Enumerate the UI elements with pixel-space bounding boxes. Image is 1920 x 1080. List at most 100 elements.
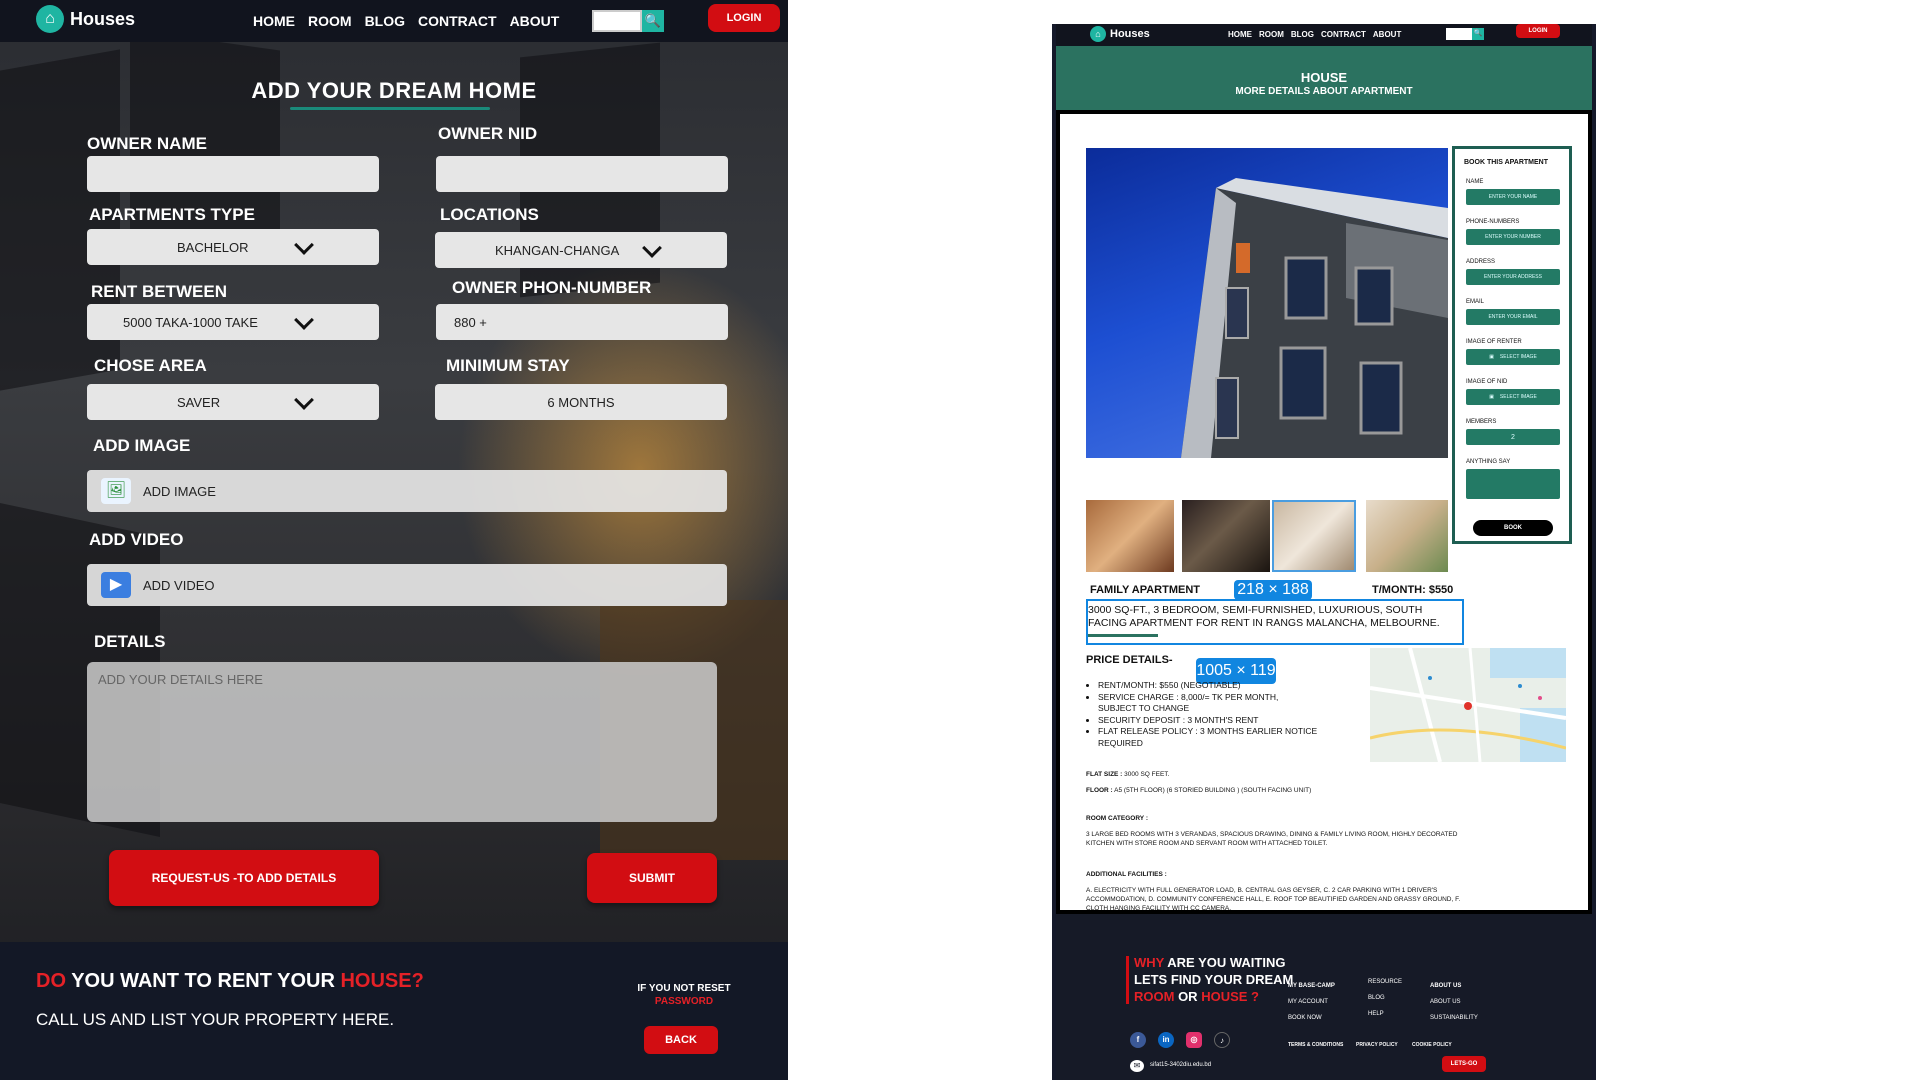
anything-say-textarea[interactable] bbox=[1466, 469, 1560, 499]
book-button[interactable]: BOOK bbox=[1473, 520, 1553, 536]
footer-link[interactable]: HELP bbox=[1368, 1006, 1402, 1022]
nav-about[interactable]: ABOUT bbox=[510, 13, 560, 29]
members-input[interactable]: 2 bbox=[1466, 429, 1560, 445]
booking-name-label: NAME bbox=[1466, 179, 1484, 185]
nid-image-button[interactable]: ▣ SELECT IMAGE bbox=[1466, 389, 1560, 405]
nav-blog[interactable]: BLOG bbox=[365, 13, 405, 29]
facilities-label: ADDITIONAL FACILITIES : bbox=[1086, 871, 1167, 878]
thumbnail-bedroom[interactable] bbox=[1086, 500, 1174, 572]
nav-home[interactable]: HOME bbox=[253, 13, 295, 29]
footer-col-3: ABOUT US ABOUT US SUSTAINABILITY bbox=[1430, 978, 1478, 1026]
request-details-button[interactable]: REQUEST-US -TO ADD DETAILS bbox=[109, 850, 379, 906]
thumbnail-dining[interactable] bbox=[1366, 500, 1448, 572]
cta-house: HOUSE? bbox=[340, 970, 424, 992]
booking-panel: BOOK THIS APARTMENT NAME ENTER YOUR NAME… bbox=[1452, 146, 1572, 544]
footer-link[interactable]: RESOURCE bbox=[1368, 974, 1402, 990]
footer-headline: WHY ARE YOU WAITING LETS FIND YOUR DREAM… bbox=[1134, 954, 1294, 1005]
letsgo-button[interactable]: LETS-GO bbox=[1442, 1056, 1486, 1072]
footer-link[interactable]: BLOG bbox=[1368, 990, 1402, 1006]
privacy-link[interactable]: PRIVACY POLICY bbox=[1356, 1042, 1398, 1048]
floor-value: A5 (5TH FLOOR) (6 STORIED BUILDING ) (SO… bbox=[1114, 787, 1312, 794]
renter-image-label: IMAGE OF RENTER bbox=[1466, 339, 1522, 345]
footer-link[interactable]: ABOUT US bbox=[1430, 978, 1478, 994]
owner-phone-input[interactable]: 880 + bbox=[436, 304, 728, 340]
tiktok-icon[interactable]: ♪ bbox=[1214, 1032, 1230, 1048]
thumbnail-lounge-selected[interactable] bbox=[1272, 500, 1356, 572]
nav-links: HOME ROOM BLOG CONTRACT ABOUT bbox=[253, 13, 559, 29]
footer-link[interactable]: ABOUT US bbox=[1430, 994, 1478, 1010]
submit-button[interactable]: SUBMIT bbox=[587, 853, 717, 903]
apartments-type-select[interactable]: BACHELOR bbox=[87, 229, 379, 265]
add-video-label: ADD VIDEO bbox=[89, 530, 184, 549]
image-icon: ▣ bbox=[1489, 394, 1494, 400]
image-icon: ▣ bbox=[1489, 354, 1494, 360]
search-icon[interactable]: 🔍 bbox=[1472, 28, 1484, 40]
rent-between-select[interactable]: 5000 TAKA-1000 TAKE bbox=[87, 304, 379, 340]
nav-home[interactable]: HOME bbox=[1228, 30, 1252, 39]
nid-image-button-text: SELECT IMAGE bbox=[1499, 394, 1537, 400]
cookie-link[interactable]: COOKIE POLICY bbox=[1412, 1042, 1452, 1048]
nav-about[interactable]: ABOUT bbox=[1373, 30, 1401, 39]
anything-say-label: ANYTHING SAY bbox=[1466, 459, 1511, 465]
footer-or: OR bbox=[1174, 989, 1202, 1004]
details-textarea[interactable]: ADD YOUR DETAILS HERE bbox=[87, 662, 717, 822]
back-button[interactable]: BACK bbox=[644, 1026, 718, 1054]
location-map[interactable] bbox=[1370, 648, 1566, 762]
nav-blog[interactable]: BLOG bbox=[1291, 30, 1314, 39]
booking-address-input[interactable]: ENTER YOUR ADDRESS bbox=[1466, 269, 1560, 285]
linkedin-icon[interactable]: in bbox=[1158, 1032, 1174, 1048]
footer-email[interactable]: sifat15-3402diu.edu.bd bbox=[1150, 1062, 1211, 1068]
nav-contract[interactable]: CONTRACT bbox=[1321, 30, 1366, 39]
footer-link[interactable]: SUSTAINABILITY bbox=[1430, 1010, 1478, 1026]
booking-title: BOOK THIS APARTMENT bbox=[1464, 159, 1548, 166]
add-video-field[interactable]: ▶ ADD VIDEO bbox=[87, 564, 727, 606]
instagram-icon[interactable]: ◎ bbox=[1186, 1032, 1202, 1048]
footer-line1: ARE YOU WAITING bbox=[1164, 955, 1286, 970]
search-icon[interactable]: 🔍 bbox=[642, 10, 664, 32]
footer-link[interactable]: MY BASE-CAMP bbox=[1288, 978, 1335, 994]
map-illustration bbox=[1370, 648, 1566, 762]
login-button[interactable]: LOGIN bbox=[1516, 24, 1560, 38]
image-upload-icon: 🖼 bbox=[101, 478, 131, 504]
add-image-field[interactable]: 🖼 ADD IMAGE bbox=[87, 470, 727, 512]
nav-room[interactable]: ROOM bbox=[308, 13, 352, 29]
facebook-icon[interactable]: f bbox=[1130, 1032, 1146, 1048]
cta-do: DO bbox=[36, 970, 66, 992]
owner-phone-label: OWNER PHON-NUMBER bbox=[452, 278, 652, 297]
renter-image-button[interactable]: ▣ SELECT IMAGE bbox=[1466, 349, 1560, 365]
chose-area-select[interactable]: SAVER bbox=[87, 384, 379, 420]
house-logo-icon[interactable]: ⌂ bbox=[1090, 26, 1106, 42]
owner-name-label: OWNER NAME bbox=[87, 134, 207, 153]
chevron-down-icon bbox=[294, 390, 314, 410]
footer-link[interactable]: MY ACCOUNT bbox=[1288, 994, 1335, 1010]
locations-select[interactable]: KHANGAN-CHANGA bbox=[435, 232, 727, 268]
brand-name[interactable]: Houses bbox=[70, 9, 135, 30]
dimension-badge: 218 × 188 bbox=[1234, 580, 1312, 600]
search-input[interactable] bbox=[1446, 28, 1472, 40]
add-image-label: ADD IMAGE bbox=[93, 436, 191, 455]
owner-nid-input[interactable] bbox=[436, 156, 728, 192]
reset-password-link[interactable]: PASSWORD bbox=[620, 995, 748, 1008]
terms-link[interactable]: TERMS & CONDITIONS bbox=[1288, 1042, 1343, 1048]
booking-name-input[interactable]: ENTER YOUR NAME bbox=[1466, 189, 1560, 205]
login-button[interactable]: LOGIN bbox=[708, 4, 780, 32]
cta-subtext: CALL US AND LIST YOUR PROPERTY HERE. bbox=[36, 1010, 395, 1029]
footer-link[interactable]: BOOK NOW bbox=[1288, 1010, 1335, 1026]
main-apartment-photo[interactable] bbox=[1086, 148, 1448, 458]
description-underline bbox=[1088, 634, 1158, 637]
apartment-name: FAMILY APARTMENT bbox=[1090, 584, 1201, 596]
chevron-down-icon bbox=[642, 238, 662, 258]
booking-phone-label: PHONE-NUMBERS bbox=[1466, 219, 1520, 225]
house-logo-icon[interactable]: ⌂ bbox=[36, 5, 64, 33]
booking-email-input[interactable]: ENTER YOUR EMAIL bbox=[1466, 309, 1560, 325]
booking-phone-input[interactable]: ENTER YOUR NUMBER bbox=[1466, 229, 1560, 245]
brand-name[interactable]: Houses bbox=[1110, 28, 1150, 40]
nav-contract[interactable]: CONTRACT bbox=[418, 13, 497, 29]
nav-room[interactable]: ROOM bbox=[1259, 30, 1284, 39]
owner-name-input[interactable] bbox=[87, 156, 379, 192]
minimum-stay-input[interactable]: 6 MONTHS bbox=[435, 384, 727, 420]
price-details-list: RENT/MONTH: $550 (NEGOTIABLE) SERVICE CH… bbox=[1098, 680, 1318, 749]
search-input[interactable] bbox=[592, 10, 642, 32]
thumbnail-living-room[interactable] bbox=[1182, 500, 1270, 572]
minimum-stay-label: MINIMUM STAY bbox=[446, 356, 570, 375]
